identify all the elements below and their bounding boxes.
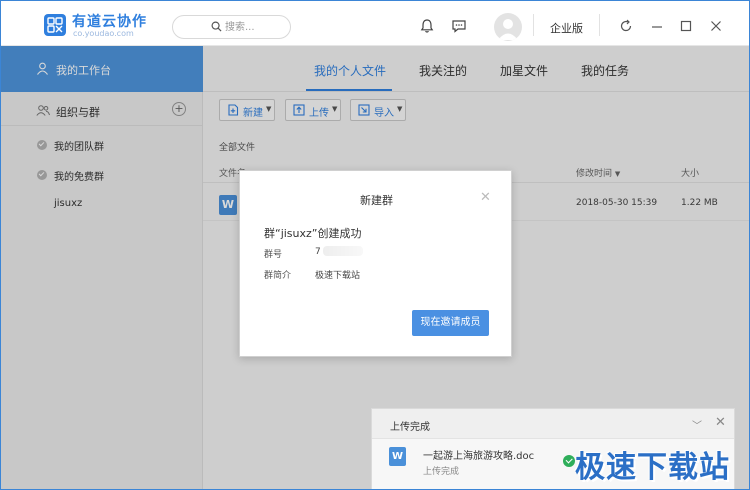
- user-icon: [498, 19, 518, 40]
- close-icon[interactable]: ✕: [715, 415, 726, 430]
- minimize-icon[interactable]: [649, 18, 665, 34]
- search-icon: [211, 21, 222, 32]
- divider: [599, 14, 600, 36]
- close-icon[interactable]: ✕: [480, 191, 491, 204]
- word-file-icon: W: [389, 447, 406, 466]
- success-check-icon: [563, 455, 575, 467]
- refresh-icon[interactable]: [618, 18, 634, 34]
- message-icon[interactable]: [451, 18, 467, 34]
- maximize-icon[interactable]: [678, 18, 694, 34]
- edition-button[interactable]: 企业版: [550, 20, 583, 36]
- uploaded-file-name: 一起游上海旅游攻略.doc: [423, 451, 535, 462]
- app-url: co.youdao.com: [73, 29, 134, 38]
- app-window: 有道云协作 co.youdao.com 企业版: [0, 0, 750, 490]
- dialog-title: 新建群: [360, 194, 393, 207]
- invite-members-button[interactable]: 现在邀请成员: [412, 310, 489, 336]
- upload-panel-title: 上传完成: [390, 422, 430, 433]
- app-name: 有道云协作: [72, 14, 147, 30]
- upload-panel-header: 上传完成 ﹀ ✕: [372, 409, 734, 439]
- group-intro-label: 群简介: [264, 271, 292, 281]
- upload-status: 上传完成: [423, 467, 460, 477]
- search-input[interactable]: [225, 20, 285, 34]
- new-group-dialog: 新建群 ✕ 群“jisuxz”创建成功 群号 7 群简介 极速下载站 现在邀请成…: [239, 170, 512, 357]
- divider: [533, 14, 534, 36]
- group-id-label: 群号: [264, 250, 283, 260]
- collapse-icon[interactable]: ﹀: [692, 417, 702, 432]
- group-intro-value: 极速下载站: [315, 271, 361, 281]
- group-id-value: 7: [315, 247, 321, 257]
- close-icon[interactable]: [708, 18, 724, 34]
- watermark-logo: 极速下载站: [575, 450, 730, 485]
- search-box[interactable]: [172, 15, 291, 39]
- bell-icon[interactable]: [419, 18, 435, 34]
- success-message: 群“jisuxz”创建成功: [264, 227, 362, 240]
- app-logo-icon: [44, 14, 66, 36]
- redacted-group-id: [323, 246, 363, 256]
- title-bar: 有道云协作 co.youdao.com 企业版: [1, 1, 749, 46]
- avatar[interactable]: [494, 13, 522, 41]
